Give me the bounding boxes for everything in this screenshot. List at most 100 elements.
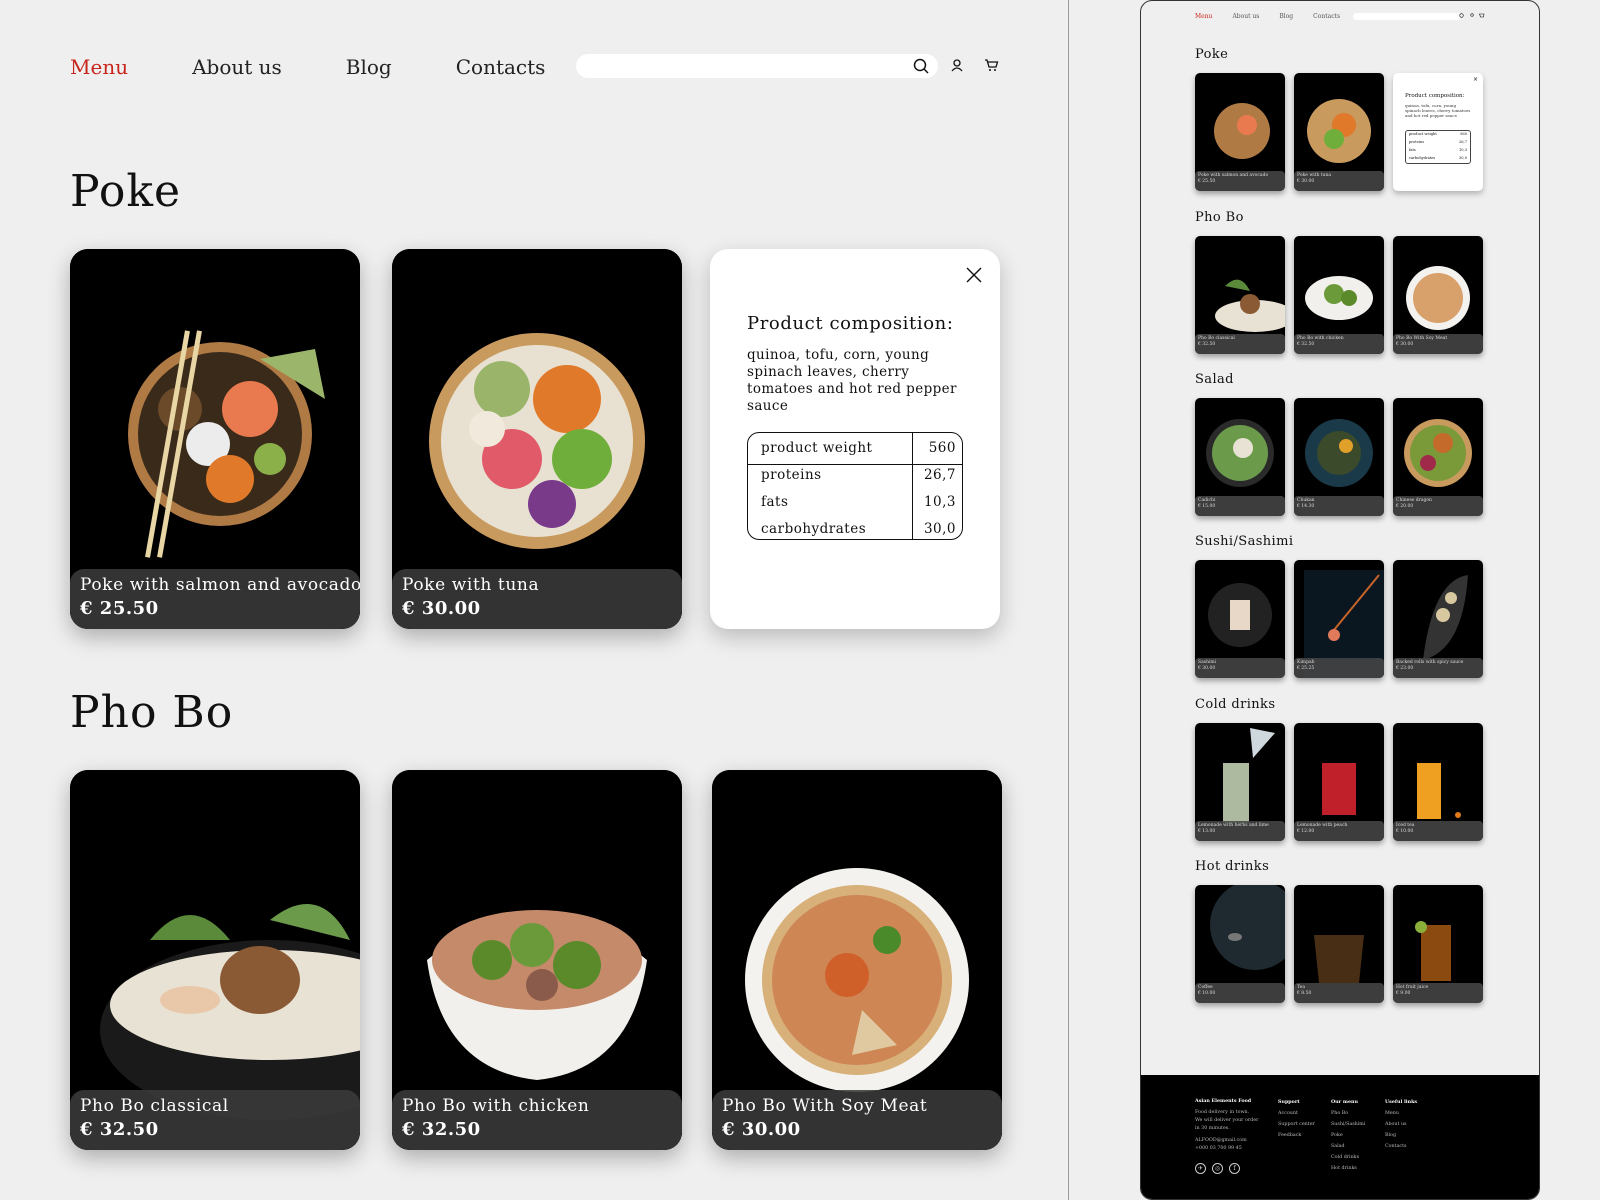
mini-card[interactable]: Poke with tuna € 30.00 — [1294, 73, 1384, 191]
card-caption: Poke with salmon and avocado € 25.50 — [70, 569, 360, 629]
mini-nav-menu[interactable]: Menu — [1195, 13, 1212, 20]
nutrition-value: 560 — [928, 440, 956, 456]
mini-card[interactable]: Iced tea € 10.00 — [1393, 723, 1483, 841]
nutrition-row: proteins 26,7 — [748, 462, 962, 489]
mini-nav-about-us[interactable]: About us — [1232, 13, 1259, 20]
mini-card[interactable]: Backed rolls with spicy sauce € 23.00 — [1393, 560, 1483, 678]
footer: Asian Elements Food Food delivery in tow… — [1141, 1075, 1539, 1199]
nutrition-value: 26,7 — [923, 467, 956, 483]
mini-card-caption: Tea € 8.50 — [1294, 983, 1384, 1003]
mini-card-caption: Pho Bo with chicken € 32.50 — [1294, 334, 1384, 354]
footer-social: ✈ ◎ f — [1195, 1163, 1246, 1174]
product-card-pho-chicken[interactable]: Pho Bo with chicken € 32.50 — [392, 770, 682, 1150]
footer-brand: Asian Elements Food — [1195, 1098, 1252, 1104]
mini-close-icon[interactable]: × — [1473, 76, 1478, 83]
mini-card-caption: Chukan € 14.30 — [1294, 496, 1384, 516]
mini-nav-contacts[interactable]: Contacts — [1313, 13, 1340, 20]
nav-blog[interactable]: Blog — [346, 55, 392, 79]
search-icon[interactable] — [912, 57, 930, 75]
mini-card[interactable]: Chukan € 14.30 — [1294, 398, 1384, 516]
mini-card[interactable]: Chinese dragon € 20.00 — [1393, 398, 1483, 516]
popup-description: quinoa, tofu, corn, young spinach leaves… — [747, 347, 957, 414]
footer-brand-column: Asian Elements Food Food delivery in tow… — [1195, 1098, 1259, 1153]
product-price: € 30.00 — [402, 598, 481, 619]
footer-support-column: Support Account Support center Feedback — [1278, 1099, 1315, 1138]
nutrition-table: product weight 560 proteins 26,7 fats 10… — [747, 432, 963, 540]
mini-section-hot-drinks: Hot drinks — [1195, 859, 1270, 874]
mini-nutrition-table: product weight 560 proteins 26,7 fats 10,3 … — [1405, 130, 1471, 164]
product-price: € 30.00 — [722, 1119, 801, 1140]
user-icon[interactable] — [950, 58, 964, 72]
footer-phone[interactable]: +000 03 700 99 45 — [1195, 1145, 1258, 1153]
mini-user-icon[interactable] — [1469, 13, 1475, 19]
mini-card[interactable]: Pho Bo classical € 32.50 — [1195, 236, 1285, 354]
nutrition-value: 10,3 — [923, 494, 956, 510]
product-price: € 32.50 — [80, 1119, 159, 1140]
card-caption: Poke with tuna € 30.00 — [392, 569, 682, 629]
mini-card[interactable]: Coffee € 10.00 — [1195, 885, 1285, 1003]
mini-card[interactable]: Cadichi € 15.00 — [1195, 398, 1285, 516]
nutrition-row: fats 10,3 — [748, 489, 962, 516]
mini-search-icon[interactable] — [1459, 13, 1465, 19]
product-card-pho-soy-meat[interactable]: Pho Bo With Soy Meat € 30.00 — [712, 770, 1002, 1150]
mini-card[interactable]: Hot fruit juice € 9.00 — [1393, 885, 1483, 1003]
mini-cart-icon[interactable] — [1479, 13, 1485, 19]
section-title-poke: Poke — [70, 166, 182, 217]
product-card-poke-tuna[interactable]: Poke with tuna € 30.00 — [392, 249, 682, 629]
product-name: Pho Bo classical — [80, 1096, 229, 1116]
nutrition-row: carbohydrates 30,0 — [748, 516, 962, 539]
card-caption: Pho Bo with chicken € 32.50 — [392, 1090, 682, 1150]
mini-composition-popup: × Product composition: quinoa, tofu, cor… — [1393, 73, 1483, 191]
mini-card[interactable]: Lemonade with herbs and lime € 13.00 — [1195, 723, 1285, 841]
mini-card[interactable]: Tea € 8.50 — [1294, 885, 1384, 1003]
mini-card-caption: Hot fruit juice € 9.00 — [1393, 983, 1483, 1003]
mini-search-input[interactable] — [1353, 13, 1461, 20]
product-card-poke-salmon[interactable]: Poke with salmon and avocado € 25.50 — [70, 249, 360, 629]
product-composition-popup: Product composition: quinoa, tofu, corn,… — [710, 249, 1000, 629]
mini-card[interactable]: Kimpab € 25.25 — [1294, 560, 1384, 678]
nav-about-us[interactable]: About us — [192, 55, 282, 79]
footer-menu-column: Our menu Pho Bo Sushi/Sashimi Poke Salad… — [1331, 1099, 1366, 1171]
card-caption: Pho Bo With Soy Meat € 30.00 — [712, 1090, 1002, 1150]
mini-section-sushi-sashimi: Sushi/Sashimi — [1195, 534, 1294, 549]
product-card-pho-classical[interactable]: Pho Bo classical € 32.50 — [70, 770, 360, 1150]
product-price: € 32.50 — [402, 1119, 481, 1140]
facebook-icon[interactable]: f — [1229, 1163, 1240, 1174]
mini-card-caption: Lemonade with peach € 12.00 — [1294, 821, 1384, 841]
search-input[interactable] — [576, 54, 938, 78]
mini-card[interactable]: Lemonade with peach € 12.00 — [1294, 723, 1384, 841]
mini-nav: Menu About us Blog Contacts — [1195, 13, 1360, 20]
mini-card[interactable]: Pho Bo with chicken € 32.50 — [1294, 236, 1384, 354]
mini-nav-blog[interactable]: Blog — [1279, 13, 1293, 20]
mini-section-poke: Poke — [1195, 47, 1229, 62]
close-icon[interactable] — [966, 267, 982, 283]
mini-card-caption: Chinese dragon € 20.00 — [1393, 496, 1483, 516]
nav-contacts[interactable]: Contacts — [456, 55, 546, 79]
mini-card-caption: Poke with salmon and avocado € 25.50 — [1195, 171, 1285, 191]
mini-card-caption: Poke with tuna € 30.00 — [1294, 171, 1384, 191]
nav-menu[interactable]: Menu — [70, 55, 128, 79]
mini-card[interactable]: Pho Bo With Soy Meat € 30.00 — [1393, 236, 1483, 354]
main-nav: Menu About us Blog Contacts — [70, 52, 609, 82]
telegram-icon[interactable]: ✈ — [1195, 1163, 1206, 1174]
popup-title: Product composition: — [747, 313, 954, 334]
nutrition-label: product weight — [761, 440, 873, 456]
mini-card[interactable]: Sashimi € 30.00 — [1195, 560, 1285, 678]
product-name: Pho Bo With Soy Meat — [722, 1096, 928, 1116]
instagram-icon[interactable]: ◎ — [1212, 1163, 1223, 1174]
mini-popup-title: Product composition: — [1405, 93, 1465, 99]
mini-section-pho-bo: Pho Bo — [1195, 210, 1244, 225]
mini-card-caption: Iced tea € 10.00 — [1393, 821, 1483, 841]
nutrition-label: carbohydrates — [761, 521, 867, 537]
mini-section-cold-drinks: Cold drinks — [1195, 697, 1276, 712]
mini-card-caption: Coffee € 10.00 — [1195, 983, 1285, 1003]
mini-card-caption: Pho Bo With Soy Meat € 30.00 — [1393, 334, 1483, 354]
cart-icon[interactable] — [984, 58, 999, 72]
footer-email[interactable]: ALFOOD@gmail.com — [1195, 1137, 1258, 1145]
nutrition-row: product weight 560 — [748, 435, 962, 462]
mini-card[interactable]: Poke with salmon and avocado € 25.50 — [1195, 73, 1285, 191]
product-name: Poke with tuna — [402, 575, 540, 595]
mini-card-caption: Kimpab € 25.25 — [1294, 658, 1384, 678]
nutrition-label: proteins — [761, 467, 822, 483]
mini-section-salad: Salad — [1195, 372, 1234, 387]
